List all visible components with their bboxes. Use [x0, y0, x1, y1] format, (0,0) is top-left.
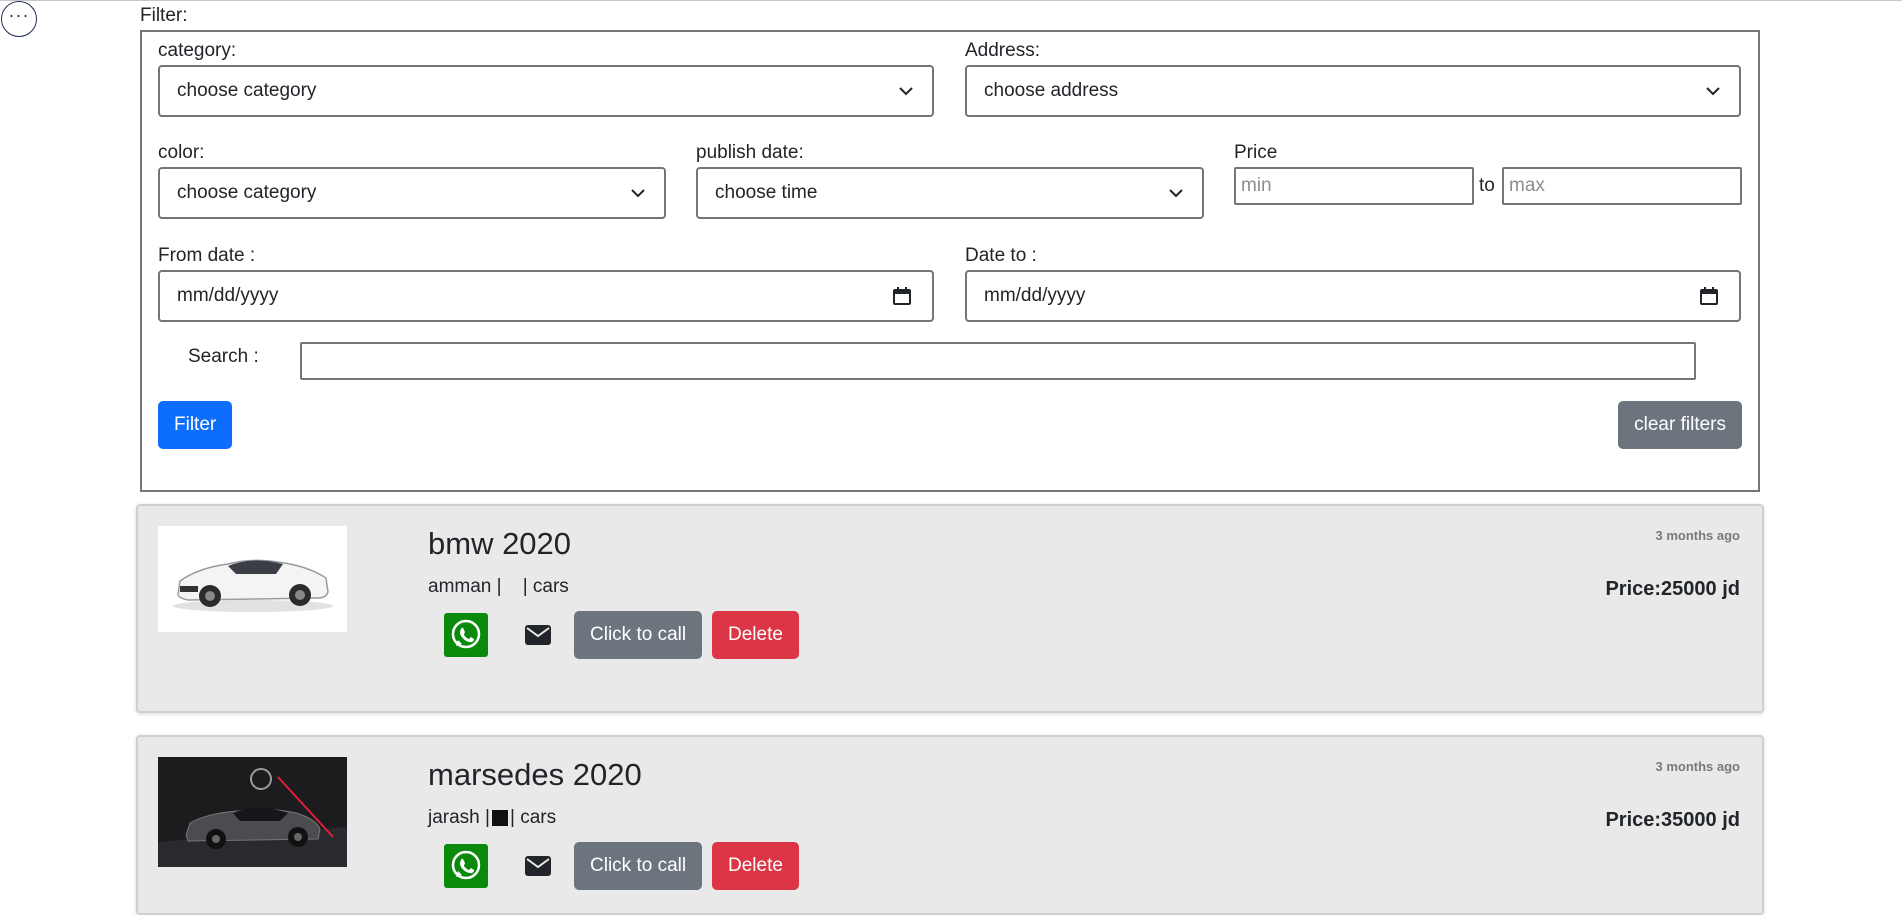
- address-label: Address:: [965, 40, 1040, 61]
- date-to-input[interactable]: mm/dd/yyyy: [965, 270, 1741, 322]
- car-thumbnail[interactable]: [158, 757, 347, 867]
- date-to-value: mm/dd/yyyy: [984, 285, 1086, 306]
- publish-date-select-value: choose time: [715, 182, 818, 203]
- listing-price: Price:25000 jd: [1605, 578, 1740, 600]
- delete-button[interactable]: Delete: [712, 611, 799, 659]
- meta-separator: |: [509, 807, 521, 828]
- mail-icon[interactable]: [524, 855, 552, 877]
- from-date-input[interactable]: mm/dd/yyyy: [158, 270, 934, 322]
- price-to-label: to: [1479, 175, 1495, 196]
- address-select-value: choose address: [984, 80, 1119, 101]
- color-label: color:: [158, 142, 205, 163]
- listing-meta: jarash | | cars: [428, 807, 556, 829]
- date-to-label: Date to :: [965, 245, 1037, 266]
- publish-date-label: publish date:: [696, 142, 804, 163]
- top-divider: [0, 0, 1902, 1]
- chevron-down-icon: [1169, 189, 1183, 198]
- chevron-down-icon: [631, 189, 645, 198]
- search-label: Search :: [188, 346, 259, 367]
- clear-filters-button[interactable]: clear filters: [1618, 401, 1742, 449]
- more-options-button[interactable]: ···: [1, 1, 37, 37]
- listing-city: amman: [428, 576, 492, 597]
- meta-separator: |: [479, 807, 490, 828]
- whatsapp-icon[interactable]: [444, 844, 488, 888]
- filter-legend: Filter:: [140, 5, 188, 26]
- delete-button[interactable]: Delete: [712, 842, 799, 890]
- price-max-input[interactable]: max: [1502, 167, 1742, 205]
- click-to-call-button[interactable]: Click to call: [574, 611, 703, 659]
- price-label: Price: [1234, 142, 1278, 163]
- calendar-icon[interactable]: [1699, 286, 1719, 306]
- chevron-down-icon: [899, 87, 913, 96]
- listing-card: bmw 2020 amman | | cars Click to call De…: [136, 504, 1764, 713]
- flag-icon: [491, 810, 508, 826]
- listing-city: jarash: [428, 807, 480, 828]
- from-date-value: mm/dd/yyyy: [177, 285, 279, 306]
- listing-category: cars: [520, 807, 557, 828]
- color-select[interactable]: choose category: [158, 167, 666, 219]
- car-image-icon: [158, 757, 347, 867]
- car-image-icon: [173, 559, 333, 612]
- listing-title[interactable]: marsedes 2020: [428, 757, 642, 793]
- color-select-value: choose category: [177, 182, 317, 203]
- click-to-call-button[interactable]: Click to call: [574, 842, 703, 890]
- from-date-label: From date :: [158, 245, 256, 266]
- mail-icon[interactable]: [524, 624, 552, 646]
- meta-separator: | |: [491, 576, 533, 597]
- search-input[interactable]: [300, 342, 1696, 380]
- listing-time: 3 months ago: [1655, 528, 1740, 543]
- price-min-input[interactable]: min: [1234, 167, 1474, 205]
- chevron-down-icon: [1706, 87, 1720, 96]
- category-label: category:: [158, 40, 237, 61]
- filter-button[interactable]: Filter: [158, 401, 233, 449]
- category-select[interactable]: choose category: [158, 65, 934, 117]
- address-select[interactable]: choose address: [965, 65, 1741, 117]
- calendar-icon[interactable]: [892, 286, 912, 306]
- listing-time: 3 months ago: [1655, 759, 1740, 774]
- listing-price: Price:35000 jd: [1605, 809, 1740, 831]
- publish-date-select[interactable]: choose time: [696, 167, 1204, 219]
- listing-category: cars: [532, 576, 569, 597]
- filter-panel: category: choose category Address: choos…: [140, 30, 1760, 492]
- car-thumbnail[interactable]: [158, 526, 347, 632]
- category-select-value: choose category: [177, 80, 317, 101]
- listing-meta: amman | | cars: [428, 576, 569, 598]
- listing-card: marsedes 2020 jarash | | cars Click to c…: [136, 735, 1764, 915]
- listing-title[interactable]: bmw 2020: [428, 526, 571, 562]
- whatsapp-icon[interactable]: [444, 613, 488, 657]
